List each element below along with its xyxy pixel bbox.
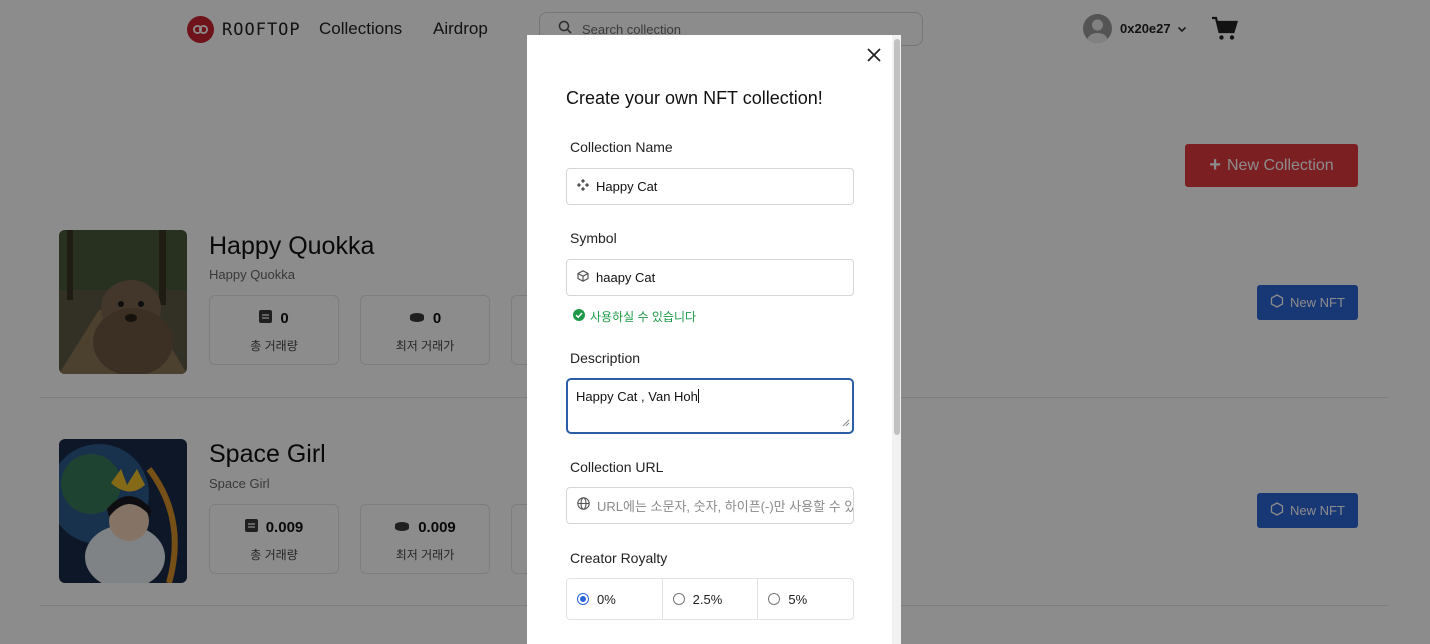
cube-icon (577, 269, 589, 287)
radio-unselected[interactable] (768, 593, 781, 605)
url-placeholder: URL에는 소문자, 숫자, 하이픈(-)만 사용할 수 있습니다 (597, 499, 853, 514)
royalty-option-5[interactable]: 5% (758, 579, 853, 619)
radio-selected[interactable] (577, 593, 589, 605)
components-icon (576, 178, 590, 196)
description-label: Description (570, 350, 641, 366)
creator-royalty-label: Creator Royalty (570, 550, 668, 566)
radio-unselected[interactable] (672, 593, 685, 605)
royalty-option-label: 5% (788, 591, 808, 607)
globe-icon (577, 496, 590, 515)
collection-name-label: Collection Name (570, 139, 673, 155)
symbol-value: haapy Cat (596, 270, 656, 285)
collection-url-field[interactable]: URL에는 소문자, 숫자, 하이픈(-)만 사용할 수 있습니다 (566, 487, 854, 524)
royalty-option-2-5[interactable]: 2.5% (663, 579, 759, 619)
resize-handle-icon[interactable] (842, 415, 850, 430)
create-collection-modal: Create your own NFT collection! Collecti… (527, 35, 901, 644)
collection-name-value: Happy Cat (596, 179, 658, 194)
valid-text: 사용하실 수 있습니다 (590, 310, 697, 324)
description-value: Happy Cat , Van Hoh (576, 389, 698, 404)
collection-url-label: Collection URL (570, 459, 664, 475)
text-caret (697, 389, 699, 403)
modal-title: Create your own NFT collection! (566, 88, 823, 108)
symbol-field[interactable]: haapy Cat (566, 259, 854, 296)
check-circle-icon (573, 309, 585, 324)
scrollbar-thumb[interactable] (894, 39, 900, 435)
collection-name-field[interactable]: Happy Cat (566, 168, 854, 205)
royalty-option-label: 0% (597, 591, 616, 607)
royalty-option-0[interactable]: 0% (567, 579, 663, 619)
modal-scrollbar[interactable] (892, 35, 901, 644)
symbol-label: Symbol (570, 230, 617, 246)
symbol-valid-message: 사용하실 수 있습니다 (573, 308, 696, 325)
close-icon[interactable] (866, 47, 882, 63)
description-textarea[interactable]: Happy Cat , Van Hoh (566, 378, 854, 434)
royalty-radio-group: 0% 2.5% 5% (566, 578, 854, 620)
royalty-option-label: 2.5% (692, 591, 723, 607)
